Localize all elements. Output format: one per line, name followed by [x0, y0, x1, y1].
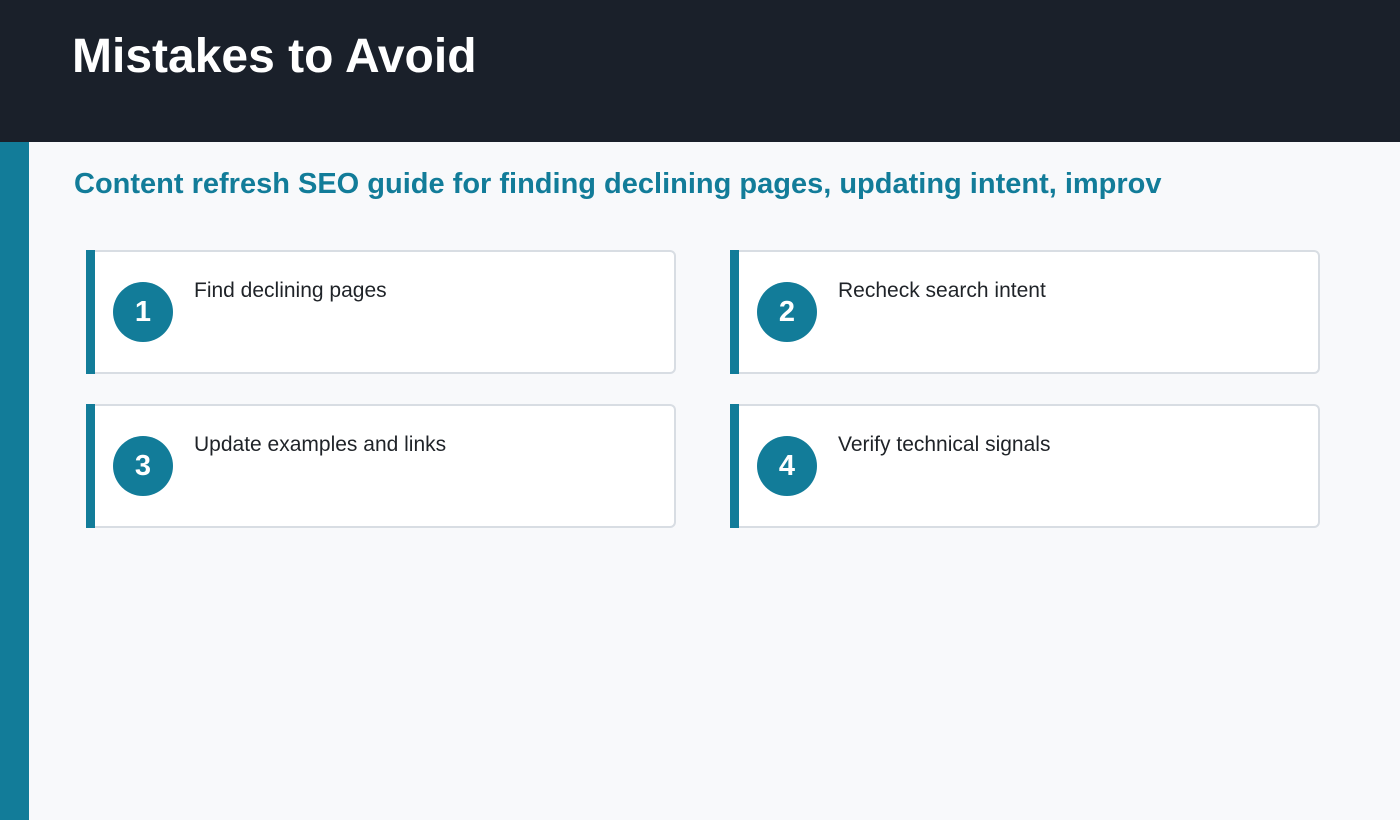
step-number-badge: 4: [757, 436, 817, 496]
step-label: Find declining pages: [194, 279, 387, 302]
step-label: Update examples and links: [194, 433, 447, 456]
step-card-3: 3 Update examples and links: [86, 404, 676, 528]
card-accent-bar: [730, 250, 739, 374]
step-card-1: 1 Find declining pages: [86, 250, 676, 374]
step-number-badge: 3: [113, 436, 173, 496]
step-card-4: 4 Verify technical signals: [730, 404, 1320, 528]
page-title: Mistakes to Avoid: [72, 30, 477, 83]
card-accent-bar: [730, 404, 739, 528]
card-accent-bar: [86, 250, 95, 374]
card-accent-bar: [86, 404, 95, 528]
step-label: Verify technical signals: [838, 433, 1051, 456]
side-accent-bar: [0, 142, 29, 820]
step-label: Recheck search intent: [838, 279, 1046, 302]
step-number-badge: 1: [113, 282, 173, 342]
page-subtitle: Content refresh SEO guide for finding de…: [74, 168, 1162, 200]
header-bar: Mistakes to Avoid: [0, 0, 1400, 142]
step-number-badge: 2: [757, 282, 817, 342]
step-card-2: 2 Recheck search intent: [730, 250, 1320, 374]
